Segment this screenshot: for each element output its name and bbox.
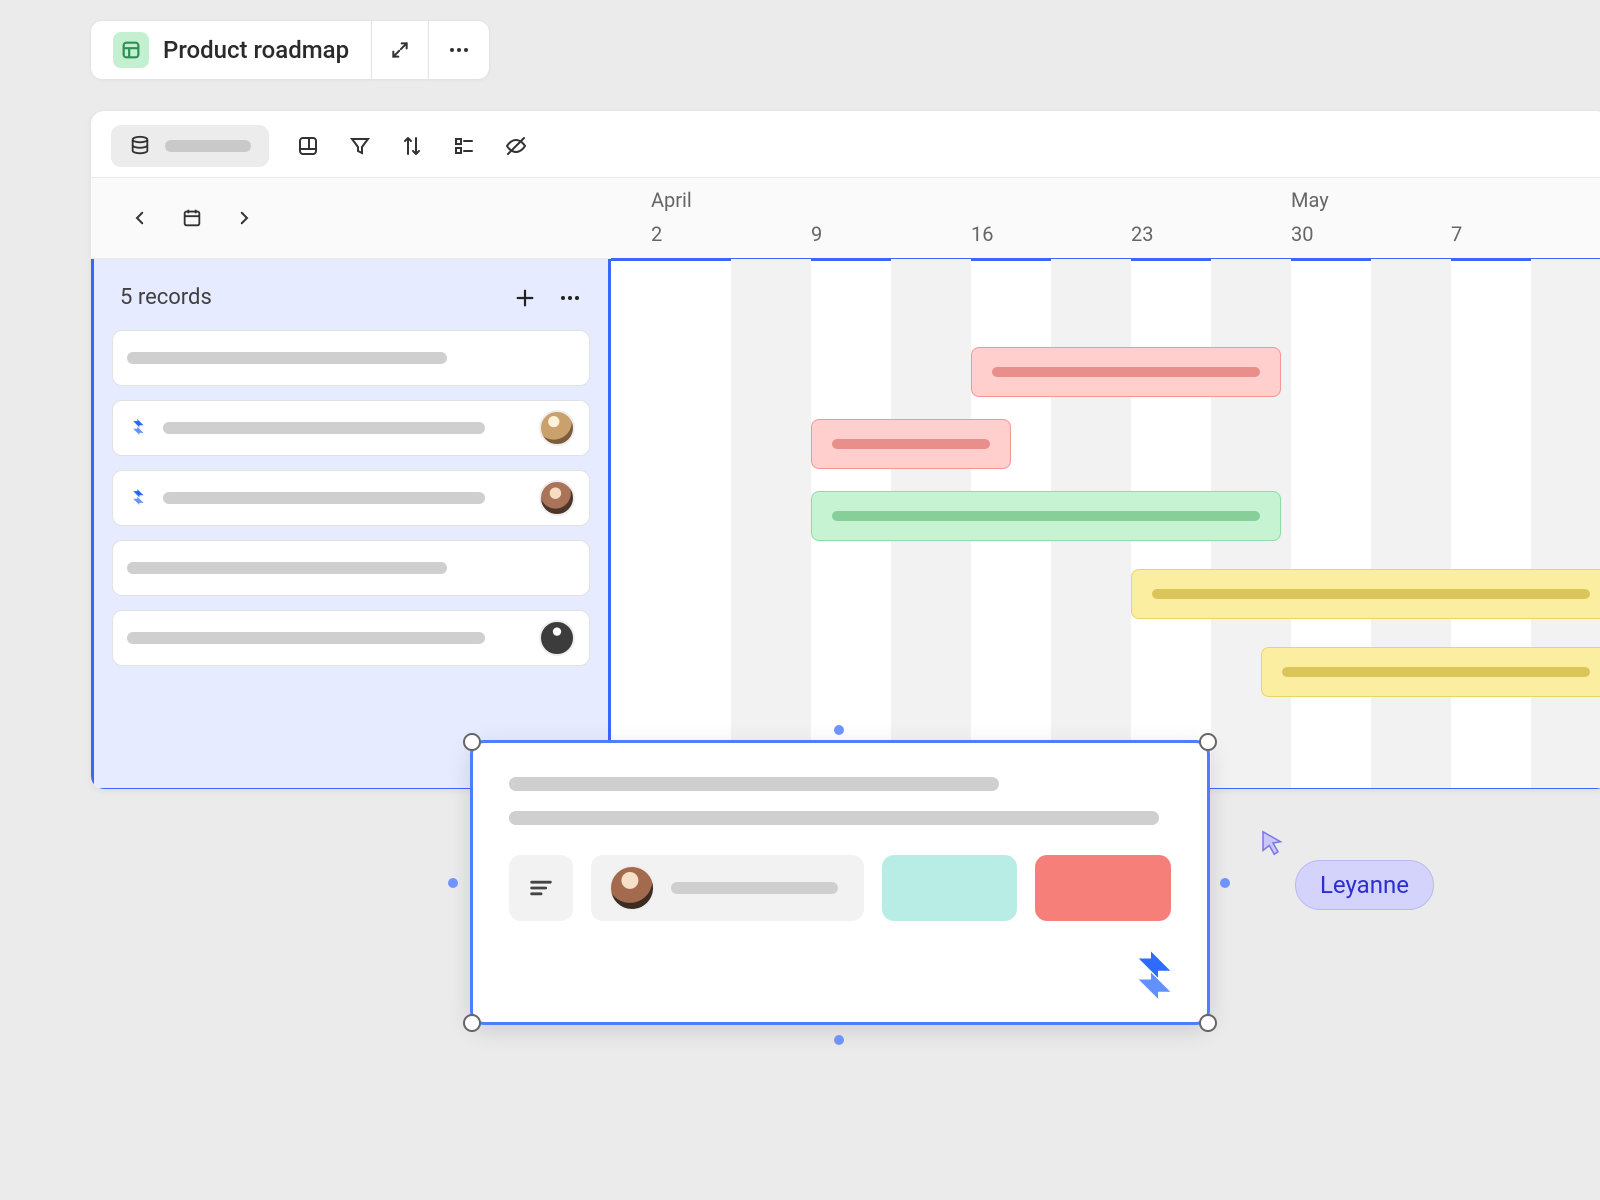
- day-label: 2: [651, 222, 662, 246]
- records-more-button[interactable]: [558, 286, 582, 310]
- records-pane: 5 records: [91, 259, 611, 790]
- record-title-placeholder: [127, 632, 485, 644]
- day-label: 16: [971, 222, 993, 246]
- gantt-area[interactable]: [611, 259, 1600, 790]
- tab-title: Product roadmap: [163, 36, 349, 64]
- selection-handle[interactable]: [1199, 1014, 1217, 1032]
- day-label: 30: [1291, 222, 1313, 246]
- assignee-avatar: [609, 865, 655, 911]
- assignee-avatar[interactable]: [539, 410, 575, 446]
- assignee-name-placeholder: [671, 882, 838, 894]
- board-toolbar: [91, 111, 1600, 177]
- prev-period-button[interactable]: [131, 209, 149, 227]
- selection-handle[interactable]: [463, 733, 481, 751]
- expand-icon: [390, 40, 410, 60]
- selection-handle[interactable]: [1199, 733, 1217, 751]
- timeline-body: 5 records: [91, 259, 1600, 790]
- assignee-avatar[interactable]: [539, 620, 575, 656]
- sort-button[interactable]: [399, 133, 425, 159]
- timeline-scale: April May 2 9 16 23 30 7: [611, 178, 1600, 258]
- card-subtitle-placeholder: [509, 811, 1159, 825]
- tab-product-roadmap[interactable]: Product roadmap: [90, 20, 372, 80]
- record-title-placeholder: [127, 562, 447, 574]
- month-label: April: [651, 188, 692, 212]
- timeline-nav: [91, 178, 611, 258]
- group-button[interactable]: [451, 133, 477, 159]
- records-count: 5 records: [120, 285, 212, 310]
- assignee-avatar[interactable]: [539, 480, 575, 516]
- selection-edge-dot[interactable]: [834, 725, 844, 735]
- jira-icon: [1123, 948, 1179, 1004]
- add-record-button[interactable]: [514, 287, 536, 309]
- day-label: 7: [1451, 222, 1462, 246]
- more-horizontal-icon: [447, 38, 471, 62]
- record-row[interactable]: [112, 610, 590, 666]
- next-period-button[interactable]: [235, 209, 253, 227]
- selection-handle[interactable]: [463, 1014, 481, 1032]
- gantt-bar[interactable]: [811, 419, 1011, 469]
- record-detail-card[interactable]: [470, 740, 1210, 1025]
- jira-icon: [127, 487, 149, 509]
- record-row[interactable]: [112, 400, 590, 456]
- view-name-placeholder: [165, 140, 251, 152]
- card-title-placeholder: [509, 777, 999, 791]
- collaborator-cursor-icon: [1258, 828, 1288, 858]
- timeline-header: April May 2 9 16 23 30 7: [91, 177, 1600, 259]
- card-properties: [509, 855, 1171, 921]
- record-row[interactable]: [112, 330, 590, 386]
- expand-tab-button[interactable]: [371, 20, 429, 80]
- assignee-chip[interactable]: [591, 855, 864, 921]
- gantt-bar[interactable]: [1131, 569, 1600, 619]
- tab-more-button[interactable]: [428, 20, 490, 80]
- month-label: May: [1291, 188, 1329, 212]
- record-row[interactable]: [112, 540, 590, 596]
- selection-edge-dot[interactable]: [834, 1035, 844, 1045]
- view-selector[interactable]: [111, 125, 269, 167]
- selection-edge-dot[interactable]: [1220, 878, 1230, 888]
- status-chip-red[interactable]: [1035, 855, 1171, 921]
- selection-edge-dot[interactable]: [448, 878, 458, 888]
- day-label: 23: [1131, 222, 1153, 246]
- page-tabs: Product roadmap: [90, 20, 490, 80]
- day-label: 9: [811, 222, 822, 246]
- record-title-placeholder: [127, 352, 447, 364]
- text-property-icon[interactable]: [509, 855, 573, 921]
- roadmap-board: April May 2 9 16 23 30 7 5 records: [90, 110, 1600, 790]
- gantt-bar[interactable]: [1261, 647, 1600, 697]
- database-app-icon: [113, 32, 149, 68]
- collaborator-name-pill: Leyanne: [1295, 860, 1434, 910]
- records-header: 5 records: [112, 279, 590, 330]
- gantt-bar[interactable]: [971, 347, 1281, 397]
- filter-button[interactable]: [347, 133, 373, 159]
- database-stack-icon: [129, 135, 151, 157]
- record-title-placeholder: [163, 492, 485, 504]
- layout-settings-button[interactable]: [295, 133, 321, 159]
- record-title-placeholder: [163, 422, 485, 434]
- jira-icon: [127, 417, 149, 439]
- status-chip-teal[interactable]: [882, 855, 1018, 921]
- gantt-bar[interactable]: [811, 491, 1281, 541]
- hide-fields-button[interactable]: [503, 133, 529, 159]
- record-row[interactable]: [112, 470, 590, 526]
- today-button[interactable]: [181, 207, 203, 229]
